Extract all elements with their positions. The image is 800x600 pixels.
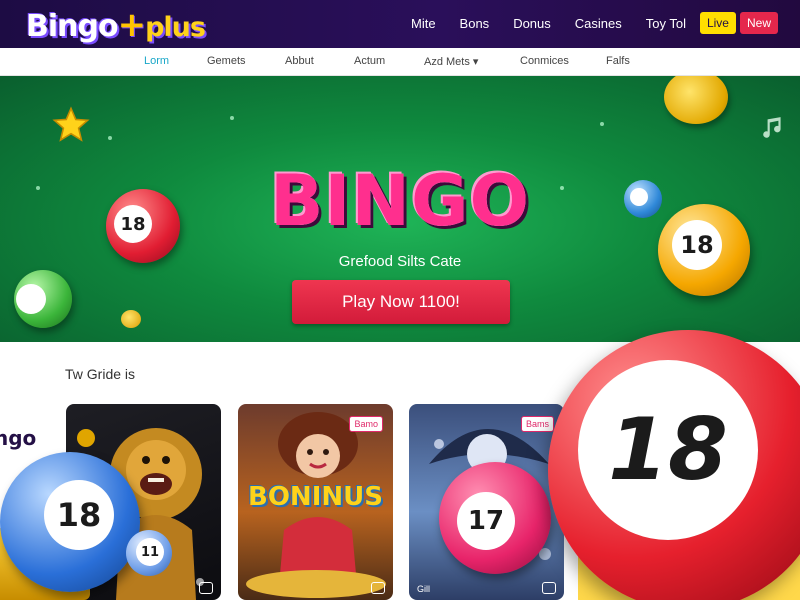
bingo-ball-small: 11 [126,530,172,576]
sub-nav-item[interactable]: Falfs [606,55,630,67]
hero-banner: 18 18 BINGO Grefood Silts Cate Play Now … [0,76,800,342]
top-nav-link[interactable]: Casines [575,16,622,31]
hero-subtitle: Grefood Silts Cate [338,253,462,270]
sub-nav-item[interactable]: Gemets [207,55,246,67]
top-nav-link[interactable]: Toy Tol [646,16,686,31]
bingo-ball-large-red: 18 [548,330,800,600]
gold-coin [121,310,141,328]
brand-name-part2: plus [145,12,206,43]
sub-nav-item[interactable]: Lorm [144,55,169,67]
live-button[interactable]: Live [699,12,736,34]
sparkle-icon [108,136,112,140]
brand-name-part1: Bingo [26,9,119,44]
top-nav: Mite Bons Donus Casines Toy Tol Live New [387,12,778,34]
sub-nav-item[interactable]: Actum [354,55,385,67]
card-badge: Bams [520,416,554,432]
game-card[interactable]: 17 Bams Gill [409,404,564,600]
sub-nav-item[interactable]: Azd Mets ▾ [424,55,478,68]
game-card[interactable]: BONINUS Bamo [238,404,393,600]
favorite-toggle[interactable] [371,582,385,594]
top-nav-link[interactable]: Bons [460,16,490,31]
page: Bingo+plus Mite Bons Donus Casines Toy T… [0,0,800,600]
brand-plus-icon: + [117,5,146,45]
bingo-ball-pink: 17 [439,462,551,574]
card-badge: Bamo [349,416,383,432]
bingo-ball-number: 18 [44,480,114,550]
bingo-ball-green [14,270,72,328]
top-nav-link[interactable]: Donus [513,16,551,31]
sparkle-icon [600,122,604,126]
top-nav-link[interactable]: Mite [411,16,436,31]
favorite-toggle[interactable] [542,582,556,594]
star-icon [52,106,90,142]
music-note-icon [763,117,781,138]
play-now-button[interactable]: Play Now 1100! [292,280,510,324]
bingo-ball-blue: 18 [0,452,140,592]
brand-logo[interactable]: Bingo+plus [26,5,206,45]
gold-coin [664,76,728,124]
sparkle-icon [230,116,234,120]
bingo-ball-face [16,284,46,314]
hero-title: BINGO [270,160,530,242]
favorite-toggle[interactable] [199,582,213,594]
sub-nav-item[interactable]: Conmices [520,55,569,67]
bingo-ball-number: 17 [457,492,515,550]
side-brand-logo: ngo [0,426,37,450]
bingo-ball-number: 11 [136,538,164,566]
top-header: Bingo+plus Mite Bons Donus Casines Toy T… [0,0,800,48]
new-button[interactable]: New [739,12,778,34]
card-art-title: BONINUS [248,482,383,512]
sub-nav: Lorm Gemets Abbut Actum Azd Mets ▾ Conmi… [0,48,800,76]
card-footer-label: Gill [417,584,430,594]
section-title: Tw Gride is [65,366,136,382]
bingo-ball-number: 18 [578,360,758,540]
sub-nav-item[interactable]: Abbut [285,55,314,67]
